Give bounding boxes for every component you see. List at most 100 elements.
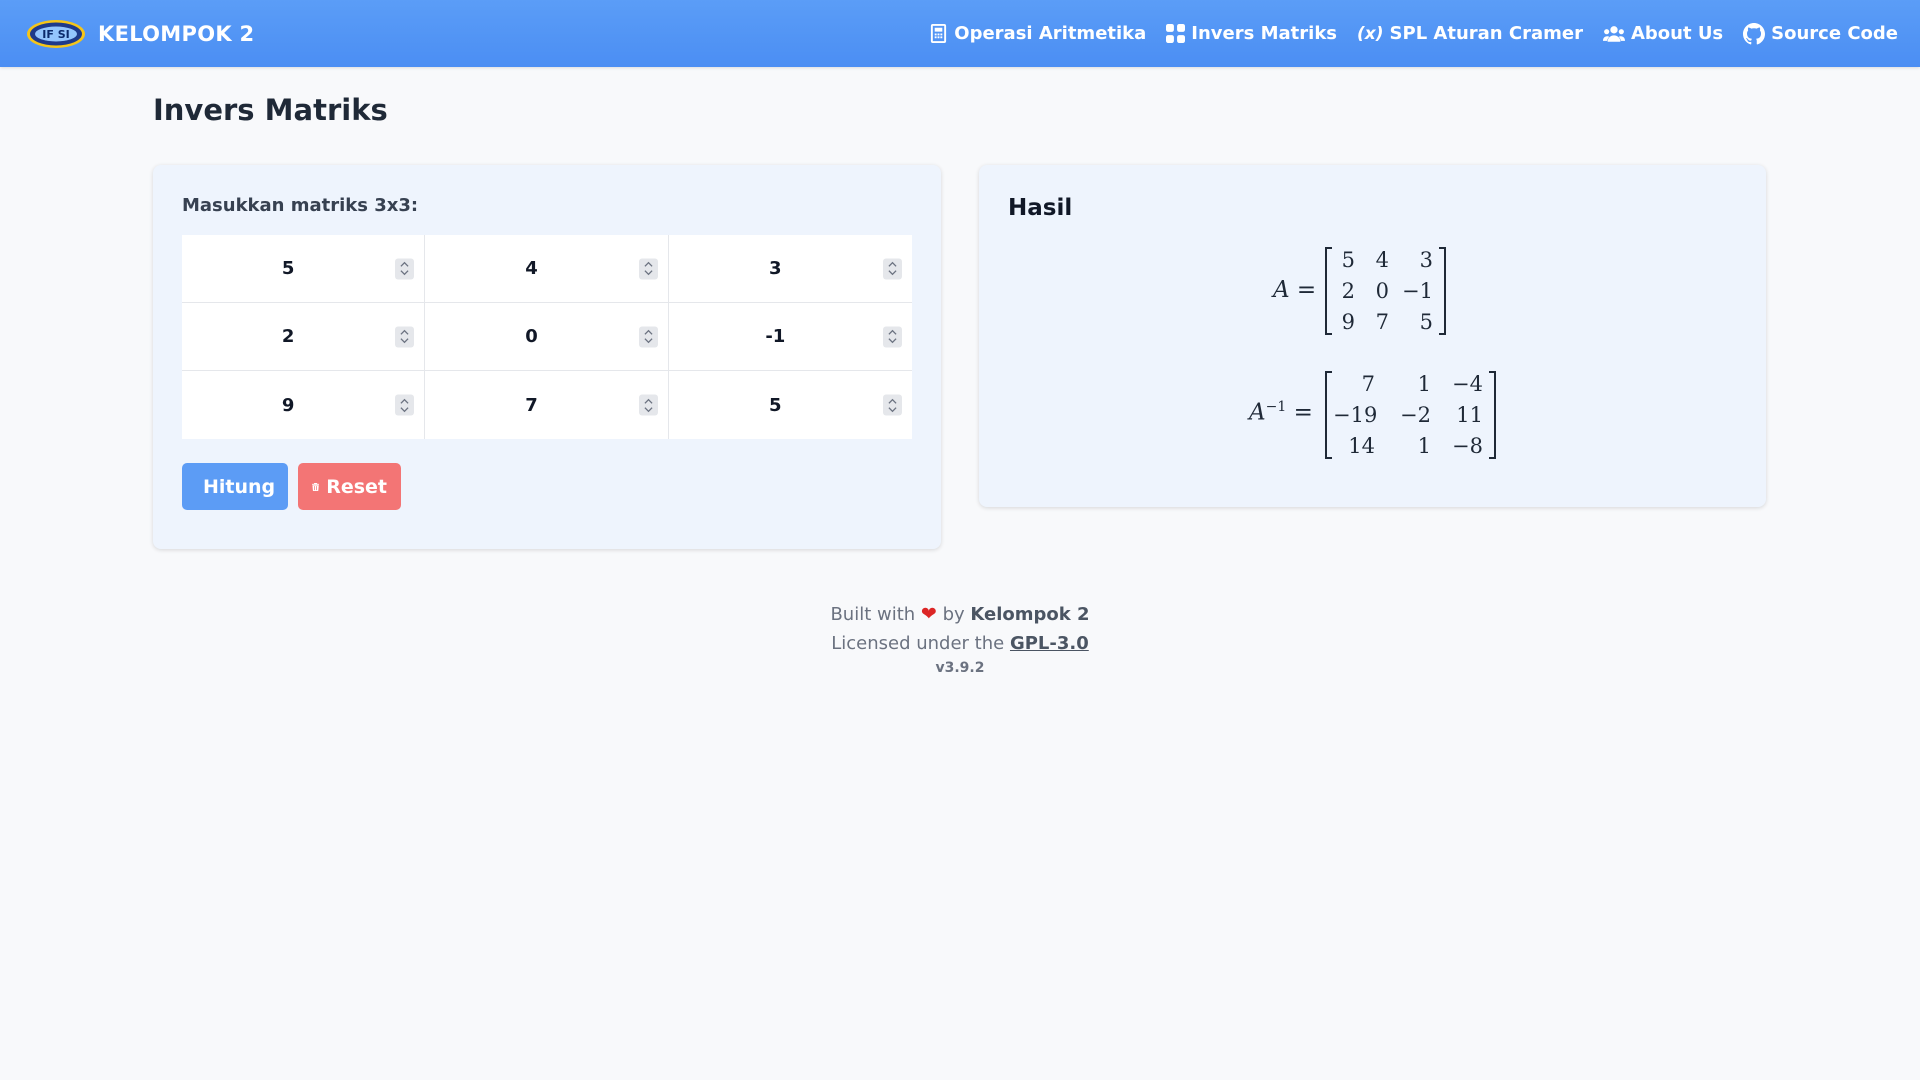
trash-icon — [312, 482, 320, 491]
matrix-entry: 0 — [1375, 279, 1389, 303]
nav-link-about-us[interactable]: About Us — [1602, 23, 1723, 44]
matrix-cell-input[interactable] — [425, 371, 668, 439]
navbar: IF SI KELOMPOK 2 Operasi Aritmetika Inve… — [0, 0, 1920, 67]
matrix-cell-input[interactable] — [182, 371, 425, 439]
chevron-down-icon — [644, 406, 653, 412]
right-bracket — [1489, 371, 1496, 459]
calculator-icon — [931, 24, 947, 43]
matrix-row: 97 5 — [1333, 310, 1433, 334]
chevron-down-icon — [888, 270, 897, 276]
compute-button-label: Hitung — [203, 475, 276, 498]
number-stepper[interactable] — [882, 326, 902, 347]
nav-link-invers-matriks[interactable]: Invers Matriks — [1166, 23, 1337, 44]
left-bracket — [1325, 371, 1332, 459]
chevron-down-icon — [400, 406, 409, 412]
footer: Built with ❤ by Kelompok 2 Licensed unde… — [0, 600, 1920, 676]
chevron-down-icon — [644, 270, 653, 276]
matrix-a-display: A = 5 4 3 2 0 −1 9 7 5 — [1273, 247, 1453, 335]
matrix-cell-input[interactable] — [425, 303, 668, 370]
footer-license-line: Licensed under the GPL-3.0 — [0, 629, 1920, 658]
footer-built-prefix: Built with — [830, 604, 916, 625]
footer-author: Kelompok 2 — [970, 604, 1090, 625]
nav-link-label: Invers Matriks — [1191, 23, 1338, 44]
chevron-down-icon — [400, 338, 409, 344]
inverse-label-sup: −1 — [1265, 399, 1287, 415]
matrix-entry: 7 — [1375, 310, 1389, 334]
brand-logo: IF SI — [27, 19, 85, 48]
number-stepper[interactable] — [638, 258, 658, 279]
matrix-cell-input[interactable] — [668, 235, 912, 302]
matrix-cell-input[interactable] — [668, 303, 912, 370]
reset-button[interactable]: Reset — [298, 463, 401, 510]
matrix-cell-input[interactable] — [425, 235, 668, 302]
matrix-inverse-display: A−1 = 7 1 −4 −19 −2 11 14 1 −8 — [1249, 371, 1496, 459]
matrix-input-label: Masukkan matriks 3x3: — [182, 195, 419, 216]
matrix-cell — [182, 303, 426, 371]
matrix-cell-input[interactable] — [182, 235, 425, 302]
matrix-a-body: 5 4 3 2 0 −1 9 7 5 — [1325, 247, 1453, 335]
brand-name: KELOMPOK 2 — [98, 21, 255, 46]
chevron-down-icon — [400, 270, 409, 276]
number-stepper[interactable] — [882, 394, 902, 416]
matrix-entry: 5 — [1341, 248, 1355, 272]
matrix-entry: 11 — [1456, 403, 1483, 427]
users-icon — [1602, 26, 1625, 42]
inverse-label-base: A — [1249, 399, 1266, 426]
inverse-label-eq: = — [1286, 399, 1313, 426]
matrix-cell — [668, 371, 912, 439]
matrix-entry: 7 — [1361, 372, 1375, 396]
matrix-entry: −19 — [1333, 403, 1378, 427]
matrix-inverse-label: A−1 = — [1249, 399, 1313, 426]
matrix-entry: 3 — [1419, 248, 1433, 272]
matrix-cell-input[interactable] — [182, 303, 425, 370]
chevron-up-icon — [644, 329, 653, 335]
matrix-entry: 14 — [1348, 434, 1375, 458]
result-title: Hasil — [1008, 195, 1073, 221]
matrix-entry: 2 — [1341, 279, 1355, 303]
matrix-row: −19 −2 11 — [1333, 403, 1483, 427]
function-icon: (x) — [1357, 23, 1384, 44]
brand-link[interactable]: IF SI KELOMPOK 2 — [26, 0, 254, 67]
nav-link-source-code[interactable]: Source Code — [1743, 22, 1898, 45]
chevron-up-icon — [888, 261, 897, 267]
matrix-cell-input[interactable] — [668, 371, 912, 439]
nav-link-operasi-aritmetika[interactable]: Operasi Aritmetika — [929, 23, 1146, 44]
compute-button[interactable]: Hitung — [182, 463, 288, 510]
number-stepper[interactable] — [882, 258, 902, 279]
license-link[interactable]: GPL-3.0 — [1010, 633, 1089, 654]
matrix-entry: −4 — [1452, 372, 1483, 396]
matrix-entry: −2 — [1400, 403, 1431, 427]
matrix-cell — [425, 371, 669, 439]
matrix-cell — [668, 235, 912, 303]
page-title: Invers Matriks — [153, 93, 388, 127]
left-bracket — [1325, 247, 1332, 335]
nav-links: Operasi Aritmetika Invers Matriks (x) SP… — [929, 0, 1898, 67]
footer-built-line: Built with ❤ by Kelompok 2 — [0, 600, 1920, 629]
version-label: v3.9.2 — [935, 660, 985, 676]
chevron-down-icon — [888, 406, 897, 412]
chevron-up-icon — [644, 398, 653, 404]
matrix-cell — [182, 235, 426, 303]
number-stepper[interactable] — [638, 326, 658, 347]
matrix-input-card: Masukkan matriks 3x3: Hitung Reset — [153, 165, 941, 549]
number-stepper[interactable] — [395, 326, 415, 347]
github-icon — [1743, 22, 1766, 44]
footer-license-prefix: Licensed under the — [831, 633, 1005, 654]
matrix-cell — [425, 303, 669, 371]
number-stepper[interactable] — [395, 394, 415, 416]
number-stepper[interactable] — [395, 258, 415, 279]
number-stepper[interactable] — [638, 394, 658, 416]
nav-link-label: Source Code — [1771, 23, 1898, 44]
matrix-entry: 1 — [1417, 434, 1431, 458]
chevron-up-icon — [888, 398, 897, 404]
nav-link-spl-aturan-cramer[interactable]: (x) SPL Aturan Cramer — [1357, 23, 1583, 44]
chevron-up-icon — [400, 398, 409, 404]
matrix-cell — [668, 303, 912, 371]
heart-icon: ❤ — [920, 603, 937, 625]
matrix-inverse-body: 7 1 −4 −19 −2 11 14 1 −8 — [1325, 371, 1496, 459]
matrix-entry: 5 — [1419, 310, 1433, 334]
result-card: Hasil A = 5 4 3 2 0 −1 9 7 5 A−1 = 7 1 −4 −19 −2 11 14… — [979, 165, 1766, 507]
matrix-entry: −8 — [1452, 434, 1483, 458]
chevron-up-icon — [888, 329, 897, 335]
svg-text:IF SI: IF SI — [42, 28, 69, 41]
